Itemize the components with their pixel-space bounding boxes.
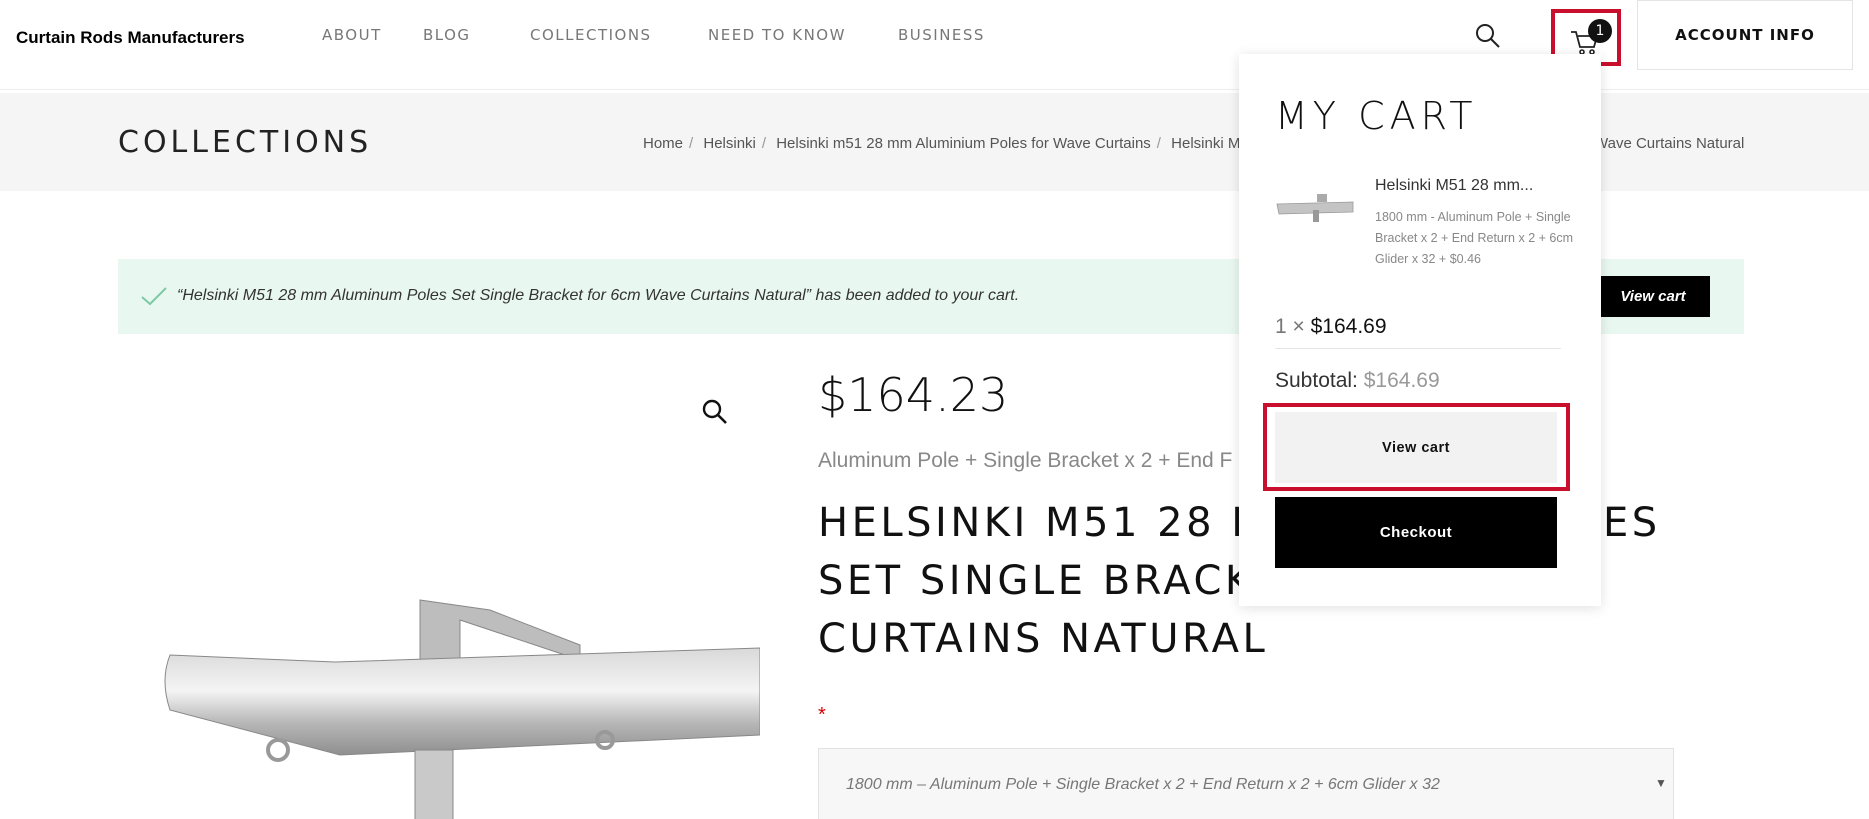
mini-cart-view-cart-button[interactable]: View cart [1275, 412, 1557, 483]
product-price: $164.23 [818, 368, 1009, 422]
zoom-icon[interactable] [701, 398, 729, 426]
breadcrumb-helsinki[interactable]: Helsinki [703, 135, 756, 152]
nav-need-to-know[interactable]: NEED TO KNOW [708, 26, 846, 44]
variant-select-value[interactable]: 1800 mm – Aluminum Pole + Single Bracket… [846, 776, 1440, 794]
cart-item-thumbnail[interactable] [1275, 190, 1355, 230]
subtotal-label: Subtotal: [1275, 369, 1358, 392]
subtotal-value: $164.69 [1363, 369, 1440, 392]
product-title-visible-fragment: ES [1603, 500, 1661, 546]
cart-item-qty: 1 × [1275, 315, 1305, 338]
nav-business[interactable]: BUSINESS [898, 26, 985, 44]
breadcrumb-current-tail: Wave Curtains Natural [1594, 135, 1745, 152]
cart-item-price: $164.69 [1310, 315, 1387, 338]
mini-cart-title: MY CART [1275, 94, 1478, 138]
account-info-button[interactable]: ACCOUNT INFO [1637, 0, 1853, 70]
product-title-line: CURTAINS NATURAL [818, 616, 1269, 662]
chevron-down-icon[interactable]: ▼ [1655, 776, 1667, 790]
check-icon [141, 287, 167, 306]
cart-item-quantity: 1 × $164.69 [1275, 315, 1387, 339]
cart-item-meta: 1800 mm - Aluminum Pole + Single Bracket… [1375, 210, 1574, 266]
cart-item-name[interactable]: Helsinki M51 28 mm... [1375, 177, 1533, 195]
breadcrumb: Home / Helsinki / Helsinki m51 28 mm Alumi… [643, 135, 1249, 152]
nav-about[interactable]: ABOUT [322, 26, 382, 44]
search-icon[interactable] [1474, 22, 1502, 50]
mini-cart-subtotal: Subtotal: $164.69 [1275, 369, 1440, 393]
product-image [164, 599, 760, 819]
checkout-button[interactable]: Checkout [1275, 497, 1557, 568]
breadcrumb-current: Helsinki M5 [1171, 135, 1249, 152]
nav-blog[interactable]: BLOG [423, 26, 471, 44]
notice-view-cart-button[interactable]: View cart [1596, 276, 1710, 317]
notice-message: “Helsinki M51 28 mm Aluminum Poles Set S… [177, 287, 1020, 304]
breadcrumb-home[interactable]: Home [643, 135, 683, 152]
cart-count-badge: 1 [1588, 19, 1612, 43]
site-logo[interactable]: Curtain Rods Manufacturers [16, 28, 245, 48]
required-marker: * [818, 704, 826, 726]
breadcrumb-helsinki-m51[interactable]: Helsinki m51 28 mm Aluminium Poles for W… [776, 135, 1151, 152]
page-title: COLLECTIONS [118, 125, 373, 160]
product-variant-description: Aluminum Pole + Single Bracket x 2 + End… [818, 449, 1233, 472]
mini-cart-divider [1275, 348, 1561, 349]
nav-collections[interactable]: COLLECTIONS [530, 26, 652, 44]
